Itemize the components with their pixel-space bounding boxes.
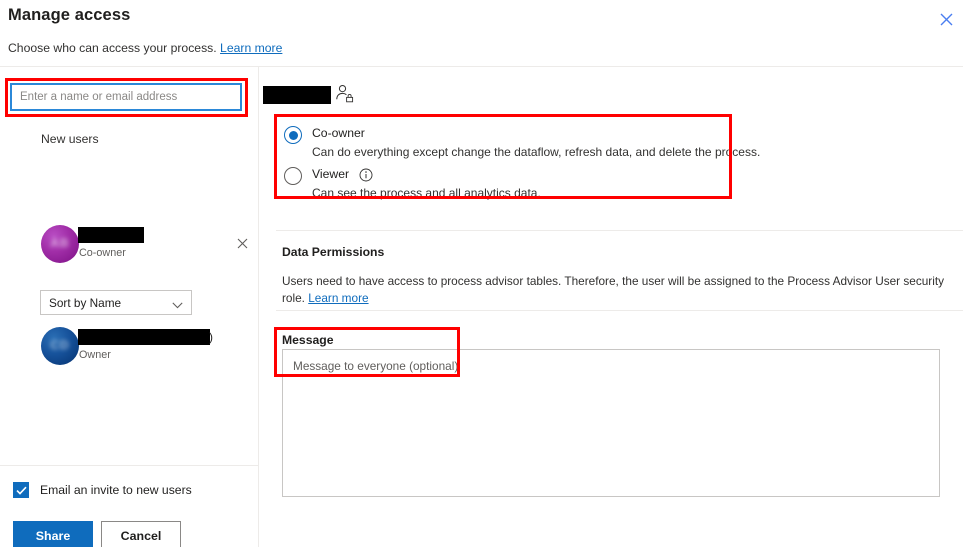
list-item-role: Co-owner [79, 247, 126, 259]
email-invite-checkbox[interactable]: Email an invite to new users [13, 482, 192, 498]
data-permissions-body: Users need to have access to process adv… [282, 273, 954, 307]
name-input-wrapper [10, 83, 242, 111]
avatar-initials: AB [50, 236, 70, 250]
sort-by-value: Sort by Name [49, 295, 122, 310]
page-subtitle: Choose who can access your process. Lear… [8, 41, 282, 55]
radio-label: Co-owner [312, 126, 365, 140]
redacted-target-name [263, 86, 331, 104]
message-label: Message [282, 333, 334, 347]
left-panel-divider [0, 465, 258, 466]
email-invite-label: Email an invite to new users [40, 483, 192, 497]
message-textarea[interactable] [282, 349, 940, 497]
manage-access-dialog: Manage access Choose who can access your… [0, 0, 963, 547]
chevron-down-icon [172, 298, 183, 312]
data-permissions-text: Users need to have access to process adv… [282, 274, 945, 305]
left-panel: New users AB Co-owner Sort by Name [0, 67, 258, 547]
list-item-role: Owner [79, 349, 111, 361]
data-permissions-title: Data Permissions [282, 245, 385, 259]
redacted-user-name [78, 227, 144, 243]
right-panel: Co-owner Can do everything except change… [259, 67, 963, 547]
avatar: AB [41, 225, 79, 263]
search-input[interactable] [10, 83, 242, 111]
info-icon[interactable] [359, 168, 373, 187]
radio-icon-unselected [284, 167, 302, 185]
share-button[interactable]: Share [13, 521, 93, 547]
cancel-button[interactable]: Cancel [101, 521, 181, 547]
user-name-tail: ) [209, 330, 213, 344]
radio-icon-selected [284, 126, 302, 144]
redacted-user-name [78, 329, 210, 345]
sort-by-dropdown[interactable]: Sort by Name [40, 290, 192, 315]
remove-user-icon[interactable] [233, 234, 251, 252]
checkbox-icon [13, 482, 29, 498]
radio-label: Viewer [312, 167, 350, 181]
radio-description: Can do everything except change the data… [312, 145, 761, 159]
page-subtitle-text: Choose who can access your process. [8, 41, 217, 55]
learn-more-link-permissions[interactable]: Learn more [308, 291, 368, 305]
avatar: CD [41, 327, 79, 365]
avatar-initials: CD [50, 338, 70, 352]
role-options-group: Co-owner Can do everything except change… [276, 116, 760, 200]
learn-more-link-header[interactable]: Learn more [220, 41, 282, 55]
page-title: Manage access [8, 6, 131, 24]
close-icon[interactable] [935, 8, 957, 30]
section-divider-bottom [276, 310, 963, 311]
person-lock-icon [335, 84, 354, 108]
radio-description: Can see the process and all analytics da… [312, 186, 541, 200]
new-users-label: New users [41, 132, 99, 146]
section-divider-top [276, 230, 963, 231]
dialog-actions: Share Cancel [13, 521, 181, 547]
list-item[interactable]: AB Co-owner [0, 225, 258, 265]
list-item[interactable]: CD ) Owner [0, 327, 258, 367]
